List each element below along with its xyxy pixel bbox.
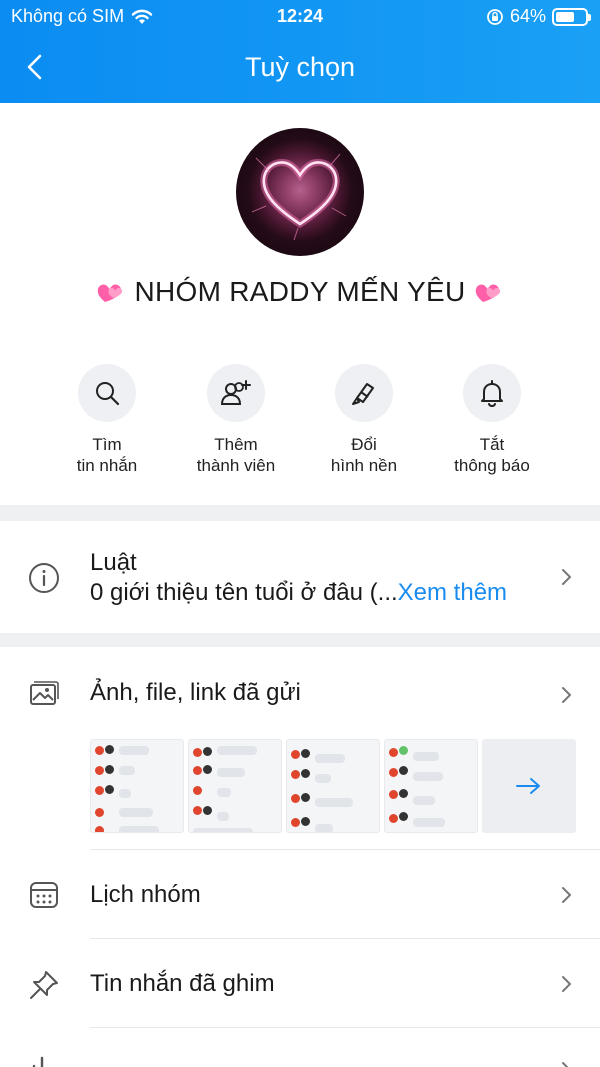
rules-preview: 0 giới thiệu tên tuổi ở đâu (...	[90, 579, 398, 606]
action-add-member[interactable]: Thêm thành viên	[171, 364, 301, 476]
action-label-line1: Đổi	[351, 435, 377, 454]
bell-icon	[481, 380, 503, 408]
action-icon-circle	[463, 364, 521, 422]
quick-actions: Tìm tin nhắn Thêm thành viên Đổi hình nề…	[0, 364, 600, 484]
add-member-icon	[220, 380, 251, 405]
action-change-background[interactable]: Đổi hình nền	[299, 364, 429, 476]
action-label-line1: Tắt	[479, 435, 505, 454]
action-label: Tắt thông báo	[427, 434, 557, 476]
group-name: NHÓM RADDY MẾN YÊU	[0, 276, 600, 308]
pin-icon	[30, 971, 58, 999]
sparkle-heart-icon	[98, 284, 123, 302]
neon-heart-icon	[248, 138, 352, 242]
media-thumbnail[interactable]	[90, 739, 184, 833]
arrow-right-icon	[516, 778, 540, 794]
section-divider	[0, 505, 600, 521]
action-search-messages[interactable]: Tìm tin nhắn	[42, 364, 172, 476]
orientation-lock-icon	[487, 8, 503, 25]
rules-title: Luật	[90, 549, 137, 576]
battery-icon	[552, 7, 591, 26]
see-more-link[interactable]: Xem thêm	[398, 579, 507, 606]
action-icon-circle	[335, 364, 393, 422]
pinned-messages-row[interactable]: Tin nhắn đã ghim	[0, 939, 600, 1027]
section-divider	[0, 633, 600, 647]
action-icon-circle	[207, 364, 265, 422]
action-label-line2: tin nhắn	[76, 456, 138, 475]
paint-brush-icon	[352, 383, 374, 405]
chevron-right-icon	[562, 569, 571, 585]
chevron-right-icon	[562, 887, 571, 903]
status-right: 64%	[486, 6, 591, 27]
calendar-row[interactable]: Lịch nhóm	[0, 850, 600, 938]
action-icon-circle	[78, 364, 136, 422]
action-label: Tìm tin nhắn	[42, 434, 172, 476]
media-thumbnail[interactable]	[286, 739, 380, 833]
group-name-text: NHÓM RADDY MẾN YÊU	[134, 276, 466, 307]
chevron-right-icon	[562, 687, 571, 703]
info-icon	[29, 563, 59, 593]
header-bar: Không có SIM 12:24 64% Tuỳ chọn	[0, 0, 600, 103]
calendar-title: Lịch nhóm	[90, 881, 201, 908]
media-thumbnails	[90, 739, 576, 833]
chevron-right-icon	[562, 1062, 569, 1067]
action-label-line2: thành viên	[196, 456, 276, 475]
see-all-media-button[interactable]	[482, 739, 576, 833]
rules-row[interactable]: Luật	[0, 521, 600, 633]
next-row-partial[interactable]	[0, 1028, 600, 1067]
action-label-line2: hình nền	[330, 456, 398, 475]
nav-bar: Tuỳ chọn	[0, 44, 600, 92]
battery-percent: 64%	[509, 6, 546, 26]
rules-text: 0 giới thiệu tên tuổi ở đâu (...Xem thêm	[90, 579, 507, 607]
action-mute-notifications[interactable]: Tắt thông báo	[427, 364, 557, 476]
media-row[interactable]: Ảnh, file, link đã gửi	[0, 647, 600, 733]
action-label-line1: Tìm	[92, 435, 122, 454]
image-gallery-icon	[30, 681, 59, 705]
search-icon	[96, 382, 120, 406]
group-avatar[interactable]	[236, 128, 364, 256]
action-label-line1: Thêm	[214, 435, 258, 454]
pinned-messages-title: Tin nhắn đã ghim	[90, 970, 275, 997]
action-label: Thêm thành viên	[171, 434, 301, 476]
media-thumbnail[interactable]	[188, 739, 282, 833]
page-title: Tuỳ chọn	[244, 52, 356, 82]
poll-icon	[32, 1056, 44, 1067]
media-title: Ảnh, file, link đã gửi	[90, 679, 301, 706]
action-label-line2: thông báo	[454, 456, 530, 475]
media-thumbnail[interactable]	[384, 739, 478, 833]
action-label: Đổi hình nền	[299, 434, 429, 476]
status-bar: Không có SIM 12:24 64%	[0, 6, 600, 30]
chevron-right-icon	[562, 976, 571, 992]
sparkle-heart-icon	[475, 284, 500, 302]
calendar-icon	[30, 882, 58, 908]
